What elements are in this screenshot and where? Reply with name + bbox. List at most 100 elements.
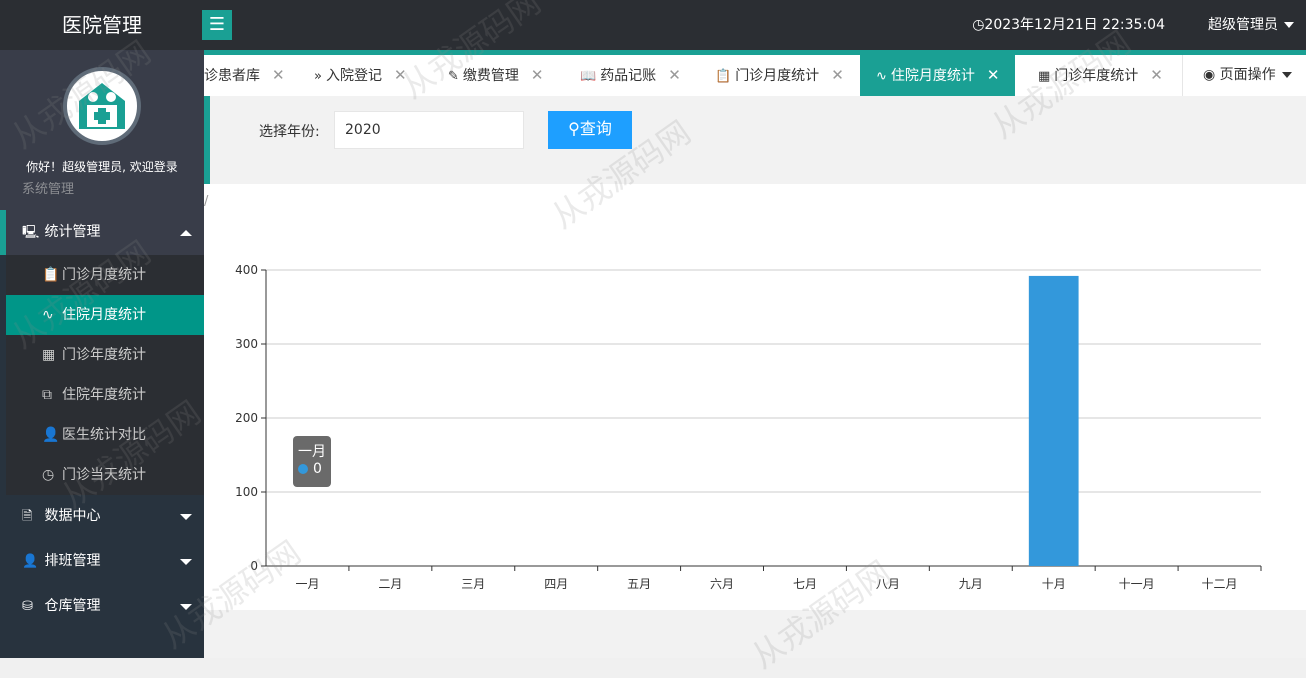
edit-icon: ✎ [448,69,459,84]
user-menu[interactable]: 超级管理员 [1208,0,1294,50]
book-icon: 📖 [580,69,597,84]
tab-label: 门诊月度统计 [735,68,820,84]
chevron-down-icon [1281,72,1292,78]
year-input[interactable] [334,111,524,149]
x-tick-label: 十一月 [1119,577,1155,591]
hospital-logo-icon [79,83,125,129]
tab-payment[interactable]: ✎ 缴费管理 ✕ [448,55,543,96]
table-icon: ▦ [1038,69,1051,84]
tab-drug-accounting[interactable]: 📖 药品记账 ✕ [580,55,681,96]
sidebar-group-label: 数据中心 [44,508,101,524]
panel-mark: / [204,194,209,209]
sidebar-item-inpatient-yearly[interactable]: ⧉ 住院年度统计 [6,375,204,415]
x-tick-label: 一月 [295,577,319,591]
query-button-label: 查询 [579,121,612,138]
chevron-up-icon [180,230,192,236]
clipboard-icon: 📋 [42,267,60,283]
sidebar-item-system[interactable]: 系统管理 [22,178,74,197]
tab-label: 住院月度统计 [890,68,975,84]
content-accent [204,96,210,184]
chevron-down-icon [180,514,192,520]
x-tick-label: 九月 [959,577,983,591]
user-icon: 👤 [42,427,60,443]
close-icon[interactable]: ✕ [531,66,544,84]
boxes-icon: ⛁ [22,599,33,614]
tab-bar: 诊患者库 ✕ » 入院登记 ✕ ✎ 缴费管理 ✕ 📖 药品记账 ✕ 📋 门诊月度统计 ✕ ∿ 住院月… [204,50,1306,96]
y-tick-label: 100 [235,485,258,499]
close-icon[interactable]: ✕ [668,66,681,84]
sidebar-item-outpatient-yearly[interactable]: ▦ 门诊年度统计 [6,335,204,375]
pulse-icon: ∿ [42,307,54,323]
x-tick-label: 二月 [378,577,402,591]
target-icon: ◉ [1203,67,1216,83]
tab-patient-library[interactable]: 诊患者库 ✕ [204,55,285,96]
query-button[interactable]: ⚲查询 [548,111,632,149]
app-title: 医院管理 [62,13,142,37]
sidebar-item-label: 门诊当天统计 [62,467,146,483]
chart-tooltip: 一月 0 [293,436,331,487]
sidebar-item-doctor-compare[interactable]: 👤 医生统计对比 [6,415,204,455]
x-tick-label: 八月 [876,577,900,591]
close-icon[interactable]: ✕ [394,66,407,84]
sidebar-group-data-center[interactable]: 🗎 数据中心 [0,494,204,539]
x-tick-label: 十月 [1042,577,1066,591]
tab-inpatient-monthly[interactable]: ∿ 住院月度统计 ✕ [860,55,1016,96]
sidebar-item-label: 门诊月度统计 [62,267,146,283]
x-tick-label: 七月 [793,577,817,591]
close-icon[interactable]: ✕ [1150,66,1163,84]
y-tick-label: 0 [250,559,258,573]
sidebar-item-label: 住院月度统计 [62,307,146,323]
main-content: 选择年份: ⚲查询 / 0100200300400一月二月三月四月五月六月七月八… [204,96,1306,658]
close-icon[interactable]: ✕ [831,66,844,84]
sidebar-group-label: 统计管理 [44,224,101,240]
tab-admission[interactable]: » 入院登记 ✕ [314,55,407,96]
sidebar-item-label: 住院年度统计 [62,387,146,403]
page-operations-menu[interactable]: ◉ 页面操作 [1182,55,1306,96]
x-tick-label: 四月 [544,577,568,591]
tab-label: 缴费管理 [462,68,519,84]
sidebar-group-label: 排班管理 [44,553,101,569]
tab-outpatient-yearly[interactable]: ▦ 门诊年度统计 ✕ [1038,55,1163,96]
user-icon: 👤 [22,554,39,569]
sidebar-item-inpatient-monthly[interactable]: ∿ 住院月度统计 [6,295,204,335]
copy-icon: ⧉ [42,387,52,403]
page-operations-label: 页面操作 [1219,67,1276,83]
year-label: 选择年份: [259,124,320,140]
clock-icon: ◷ [972,17,985,33]
y-tick-label: 400 [235,263,258,277]
sidebar: 你好！超级管理员, 欢迎登录 系统管理 🖳 统计管理 📋 门诊月度统计 ∿ 住院月度… [0,50,204,658]
sidebar-group-warehouse[interactable]: ⛁ 仓库管理 [0,584,204,629]
chevron-down-icon [1284,22,1294,28]
sidebar-group-statistics[interactable]: 🖳 统计管理 [0,210,204,255]
tab-label: 诊患者库 [204,68,260,84]
hamburger-icon: ☰ [208,14,226,35]
chevron-down-icon [180,604,192,610]
sidebar-group-scheduling[interactable]: 👤 排班管理 [0,539,204,584]
chevron-down-icon [180,559,192,565]
clipboard-icon: 📋 [715,69,732,84]
top-bar: 医院管理 ☰ ◷2023年12月21日 22:35:04 超级管理员 [0,0,1306,50]
tooltip-value: 0 [313,461,322,477]
filter-bar: 选择年份: ⚲查询 [204,96,1306,184]
x-tick-label: 五月 [627,577,651,591]
chart-panel: / 0 100 200 300 400 一月 二月 三月 四月 五月 六月 七月 八月 九月 十月 十一月 十二… [204,184,1306,610]
tab-outpatient-monthly[interactable]: 📋 门诊月度统计 ✕ [715,55,844,96]
monitor-icon: 🖳 [22,225,40,240]
sidebar-item-label: 医生统计对比 [62,427,146,443]
sidebar-item-outpatient-monthly[interactable]: 📋 门诊月度统计 [6,255,204,295]
avatar[interactable] [63,67,141,145]
clock-icon: ◷ [42,467,55,483]
menu-toggle-button[interactable]: ☰ [202,10,232,40]
datetime-text: 2023年12月21日 22:35:04 [984,17,1165,33]
document-icon: 🗎 [22,509,33,524]
x-tick-label: 十二月 [1202,577,1238,591]
close-icon[interactable]: ✕ [272,66,285,84]
x-tick-label: 六月 [710,577,734,591]
double-chevron-icon: » [314,69,322,84]
welcome-text: 你好！超级管理员, 欢迎登录 [26,160,178,174]
tab-label: 药品记账 [600,68,657,84]
close-icon[interactable]: ✕ [987,66,1000,84]
user-name: 超级管理员 [1208,17,1278,33]
sidebar-item-outpatient-today[interactable]: ◷ 门诊当天统计 [6,455,204,495]
tab-label: 入院登记 [325,68,382,84]
